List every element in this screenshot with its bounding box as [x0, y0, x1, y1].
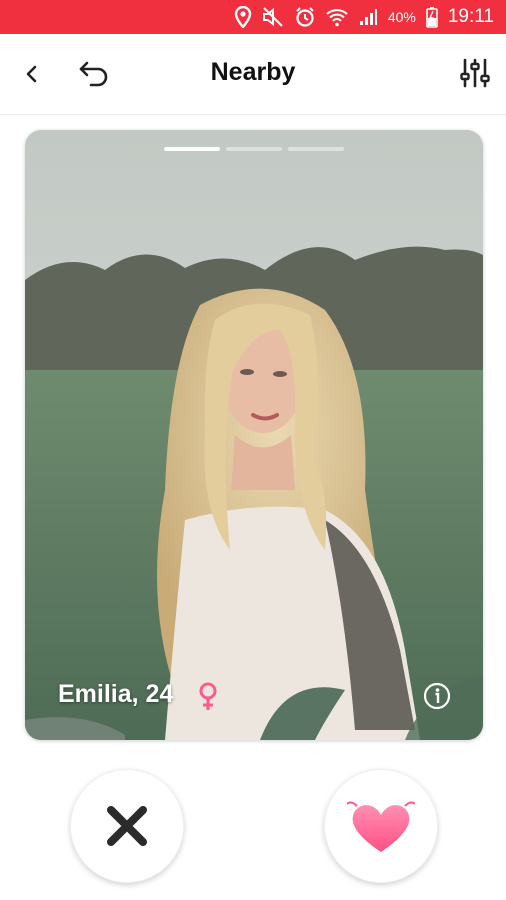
heart-icon — [347, 801, 415, 852]
page-title: Nearby — [210, 58, 296, 86]
photo-progress-segment — [288, 147, 344, 151]
profile-photo — [25, 130, 483, 740]
filter-button[interactable] — [458, 56, 492, 90]
alarm-icon — [294, 6, 316, 28]
wifi-icon — [326, 7, 348, 27]
female-icon — [198, 682, 218, 712]
photo-progress-segment — [164, 147, 220, 151]
photo-progress — [164, 147, 344, 151]
info-icon — [423, 682, 451, 710]
location-icon — [234, 6, 252, 28]
profile-name-age: Emilia, 24 — [58, 680, 174, 708]
like-button[interactable] — [324, 769, 438, 883]
battery-charging-icon — [426, 6, 438, 28]
photo-progress-segment — [226, 147, 282, 151]
profile-card[interactable]: Emilia, 24 — [25, 130, 483, 740]
battery-percent: 40% — [387, 9, 416, 25]
filter-sliders-icon — [460, 58, 490, 88]
top-bar: Nearby — [0, 34, 506, 115]
mute-icon — [262, 7, 284, 27]
status-icons: 40% 19:11 — [234, 0, 494, 34]
signal-icon — [358, 7, 378, 27]
clock: 19:11 — [447, 6, 494, 27]
info-button[interactable] — [423, 682, 451, 710]
close-x-icon — [107, 806, 147, 846]
status-bar: 40% 19:11 — [0, 0, 506, 34]
dislike-button[interactable] — [70, 769, 184, 883]
